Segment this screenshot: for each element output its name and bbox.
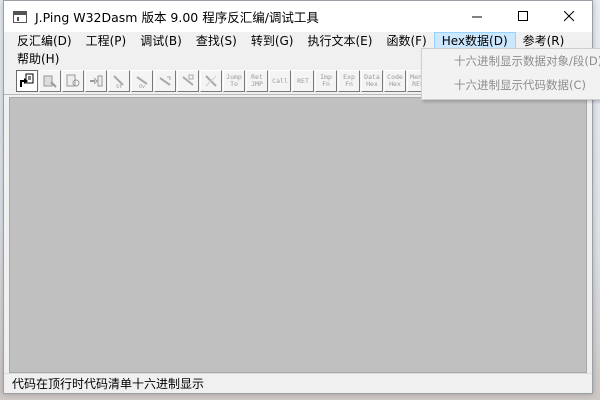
find-icon [66, 74, 80, 87]
pause-button[interactable] [177, 70, 199, 92]
step-into-icon: St [113, 75, 124, 89]
minimize-button[interactable] [454, 1, 500, 32]
call-button[interactable]: Call [269, 70, 291, 92]
open-file-icon [20, 73, 34, 87]
save-button[interactable] [39, 70, 61, 92]
step-over-icon: Ov [136, 76, 148, 89]
maximize-button[interactable] [500, 1, 546, 32]
menu-search[interactable]: 查找(S) [189, 32, 244, 51]
jump-to-button[interactable]: Jump To [223, 70, 245, 92]
find-button[interactable] [62, 70, 84, 92]
close-icon [563, 11, 574, 22]
hex-display-data-objects-item[interactable]: 十六进制显示数据对象/段(D) [422, 49, 600, 73]
window-title: J.Ping W32Dasm 版本 9.00 程序反汇编/调试工具 [35, 10, 319, 25]
imports-button[interactable]: Imp Fn [315, 70, 337, 92]
minimize-icon [471, 16, 482, 18]
run-button[interactable] [154, 70, 176, 92]
caption-buttons [454, 1, 592, 32]
disassembly-area[interactable] [9, 97, 587, 373]
status-bar: 代码在顶行时代码清单十六进制显示 [4, 373, 592, 393]
open-file-button[interactable] [16, 70, 38, 92]
menu-execute-text[interactable]: 执行文本(E) [300, 32, 379, 51]
load-icon [90, 75, 103, 87]
data-hex-button[interactable]: Data Hex [361, 70, 383, 92]
ret-button[interactable]: RET [292, 70, 314, 92]
step-into-button[interactable]: St [108, 70, 130, 92]
svg-text:St: St [116, 84, 122, 89]
menu-disassembler[interactable]: 反汇编(D) [10, 32, 79, 51]
code-hex-button[interactable]: Code Hex [384, 70, 406, 92]
maximize-icon [517, 11, 528, 21]
menu-project[interactable]: 工程(P) [79, 32, 134, 51]
title-bar[interactable]: J.Ping W32Dasm 版本 9.00 程序反汇编/调试工具 [4, 1, 592, 32]
menu-debug[interactable]: 调试(B) [133, 32, 189, 51]
terminate-button[interactable] [200, 70, 222, 92]
svg-text:Ov: Ov [139, 84, 145, 89]
step-over-button[interactable]: Ov [131, 70, 153, 92]
load-button[interactable] [85, 70, 107, 92]
exports-button[interactable]: Exp Fn [338, 70, 360, 92]
return-jump-button[interactable]: Ret JMP [246, 70, 268, 92]
status-text: 代码在顶行时代码清单十六进制显示 [12, 377, 205, 391]
pause-icon [182, 74, 194, 86]
hex-data-menu: 十六进制显示数据对象/段(D) 十六进制显示代码数据(C) [421, 48, 600, 100]
menu-goto[interactable]: 转到(G) [244, 32, 301, 51]
terminate-icon [205, 75, 217, 87]
run-icon [159, 76, 171, 86]
menu-help[interactable]: 帮助(H) [17, 52, 59, 66]
save-icon [43, 75, 57, 88]
close-button[interactable] [546, 1, 592, 32]
hex-display-code-data-item[interactable]: 十六进制显示代码数据(C) [422, 73, 600, 97]
app-icon[interactable] [13, 10, 27, 23]
